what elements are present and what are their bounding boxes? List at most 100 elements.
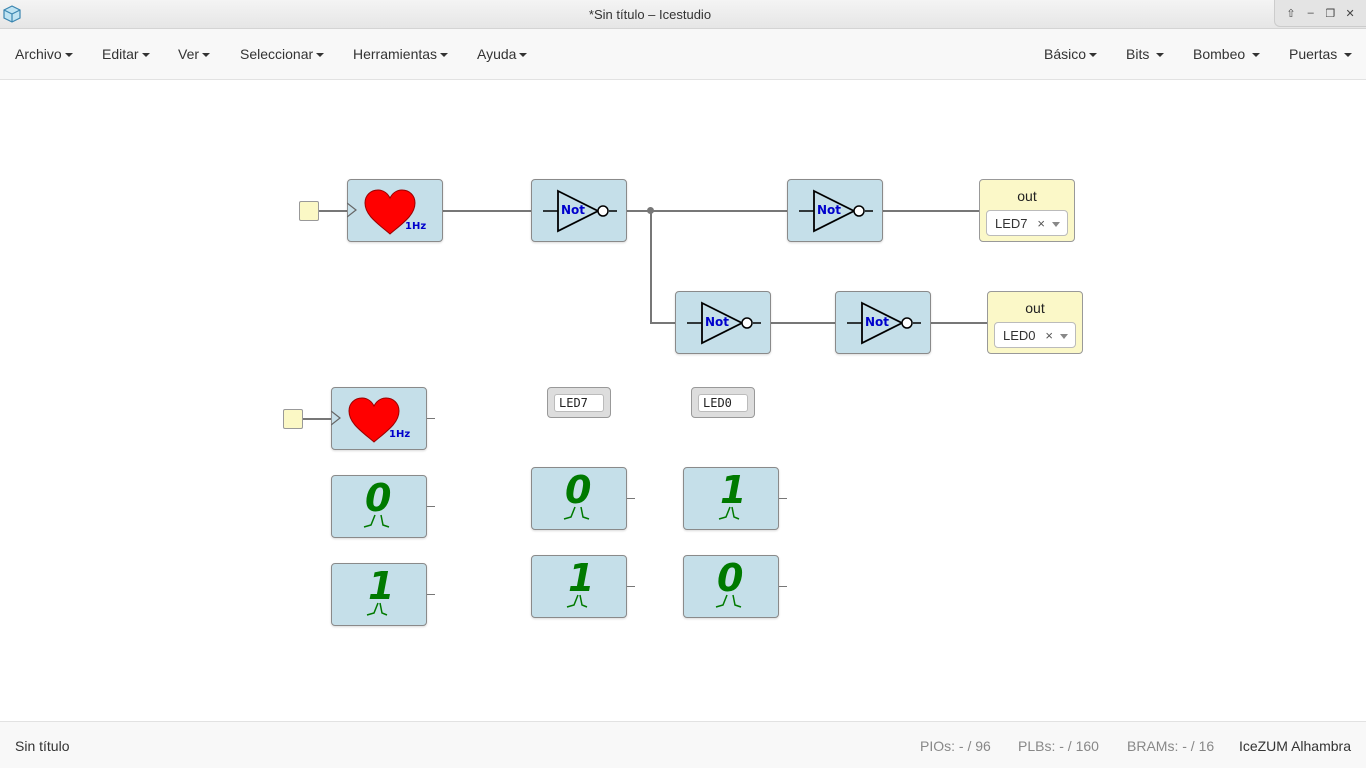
minimize-button[interactable]: –: [1303, 7, 1319, 19]
pios-stat: PIOs: - / 96: [920, 738, 991, 754]
constant-zero-block[interactable]: 0: [331, 475, 427, 538]
pin-select-value: LED7: [995, 216, 1028, 231]
wire-junction: [647, 207, 654, 214]
menu-seleccionar[interactable]: Seleccionar: [240, 46, 325, 62]
not-gate-label: Not: [865, 315, 890, 329]
wire[interactable]: [442, 210, 532, 212]
menu-puertas[interactable]: Puertas: [1289, 46, 1353, 62]
not-gate-block[interactable]: Not: [675, 291, 771, 354]
clock-block[interactable]: 1Hz: [331, 387, 427, 450]
menu-basico[interactable]: Básico: [1044, 46, 1098, 62]
plbs-label: PLBs:: [1018, 738, 1056, 754]
constant-one-block[interactable]: 1: [683, 467, 779, 530]
output-port[interactable]: [779, 586, 787, 587]
brams-value: - / 16: [1182, 738, 1215, 754]
close-button[interactable]: ✕: [1342, 7, 1358, 20]
menu-ayuda-label: Ayuda: [477, 46, 517, 62]
wire[interactable]: [882, 210, 980, 212]
output-port[interactable]: [627, 498, 635, 499]
status-bar: Sin título PIOs: - / 96 PLBs: - / 160 BR…: [0, 721, 1366, 768]
not-gate-label: Not: [705, 315, 730, 329]
menu-herramientas-label: Herramientas: [353, 46, 438, 62]
menu-herramientas[interactable]: Herramientas: [353, 46, 449, 62]
keep-above-button[interactable]: ⇧: [1283, 7, 1299, 20]
output-label: out: [1017, 188, 1037, 204]
output-port[interactable]: [627, 586, 635, 587]
label-block-led0[interactable]: LED0: [691, 387, 755, 418]
label-block-led7[interactable]: LED7: [547, 387, 611, 418]
label-text[interactable]: LED0: [698, 394, 748, 412]
wire[interactable]: [318, 210, 348, 212]
menu-seleccionar-label: Seleccionar: [240, 46, 314, 62]
menu-ver-label: Ver: [178, 46, 200, 62]
window-title: *Sin título – Icestudio: [588, 7, 712, 22]
constant-zero-block[interactable]: 0: [683, 555, 779, 618]
caret-down-icon: [316, 53, 325, 58]
menu-bombeo-label: Bombeo: [1193, 46, 1246, 62]
output-port[interactable]: [779, 498, 787, 499]
brams-label: BRAMs:: [1127, 738, 1179, 754]
menu-bombeo[interactable]: Bombeo: [1193, 46, 1261, 62]
output-port[interactable]: [427, 594, 435, 595]
caret-down-icon: [519, 53, 528, 58]
not-gate-block[interactable]: Not: [787, 179, 883, 242]
title-bar: *Sin título – Icestudio ⇧ – ❐ ✕: [0, 0, 1366, 29]
menu-ayuda[interactable]: Ayuda: [477, 46, 528, 62]
clock-frequency: 1Hz: [389, 429, 411, 440]
dropdown-arrow-icon[interactable]: [1052, 222, 1060, 227]
wire[interactable]: [650, 322, 676, 324]
not-gate-block[interactable]: Not: [531, 179, 627, 242]
project-filename: Sin título: [15, 738, 70, 754]
caret-down-icon: [1252, 53, 1261, 58]
output-block-led7[interactable]: out LED7 ×: [979, 179, 1075, 242]
dropdown-arrow-icon[interactable]: [1060, 334, 1068, 339]
caret-down-icon: [1089, 53, 1098, 58]
not-gate-label: Not: [561, 203, 586, 217]
pin-select-led7[interactable]: LED7 ×: [986, 210, 1068, 236]
plbs-stat: PLBs: - / 160: [1018, 738, 1099, 754]
not-gate-block[interactable]: Not: [835, 291, 931, 354]
pios-label: PIOs:: [920, 738, 956, 754]
clock-input-pin[interactable]: [299, 201, 319, 221]
clear-icon[interactable]: ×: [1045, 328, 1053, 343]
board-name[interactable]: IceZUM Alhambra: [1239, 738, 1351, 754]
constant-one-block[interactable]: 1: [331, 563, 427, 626]
plbs-value: - / 160: [1059, 738, 1099, 754]
constant-zero-block[interactable]: 0: [531, 467, 627, 530]
clock-block[interactable]: 1Hz: [347, 179, 443, 242]
menu-bar: Archivo Editar Ver Seleccionar Herramien…: [0, 29, 1366, 80]
wire[interactable]: [770, 322, 836, 324]
menu-archivo-label: Archivo: [15, 46, 62, 62]
output-port[interactable]: [427, 506, 435, 507]
wire[interactable]: [650, 210, 652, 323]
label-text[interactable]: LED7: [554, 394, 604, 412]
menu-bits-label: Bits: [1126, 46, 1150, 62]
wire[interactable]: [302, 418, 332, 420]
not-gate-label: Not: [817, 203, 842, 217]
clock-frequency: 1Hz: [405, 221, 427, 232]
menu-puertas-label: Puertas: [1289, 46, 1338, 62]
brams-stat: BRAMs: - / 16: [1127, 738, 1214, 754]
menu-editar[interactable]: Editar: [102, 46, 150, 62]
caret-down-icon: [141, 53, 150, 58]
pin-select-led0[interactable]: LED0 ×: [994, 322, 1076, 348]
caret-down-icon: [440, 53, 449, 58]
caret-down-icon: [64, 53, 73, 58]
menu-basico-label: Básico: [1044, 46, 1087, 62]
restore-button[interactable]: ❐: [1322, 7, 1338, 20]
window-controls: ⇧ – ❐ ✕: [1274, 0, 1366, 27]
pios-value: - / 96: [958, 738, 991, 754]
output-port[interactable]: [427, 418, 435, 419]
caret-down-icon: [1156, 53, 1165, 58]
output-block-led0[interactable]: out LED0 ×: [987, 291, 1083, 354]
caret-down-icon: [202, 53, 211, 58]
wire[interactable]: [930, 322, 988, 324]
menu-bits[interactable]: Bits: [1126, 46, 1165, 62]
menu-editar-label: Editar: [102, 46, 139, 62]
constant-one-block[interactable]: 1: [531, 555, 627, 618]
clear-icon[interactable]: ×: [1037, 216, 1045, 231]
menu-ver[interactable]: Ver: [178, 46, 211, 62]
clock-input-pin[interactable]: [283, 409, 303, 429]
menu-archivo[interactable]: Archivo: [15, 46, 73, 62]
design-canvas[interactable]: 1Hz Not Not Not Not out LED7 × out LED0 …: [0, 80, 1366, 721]
